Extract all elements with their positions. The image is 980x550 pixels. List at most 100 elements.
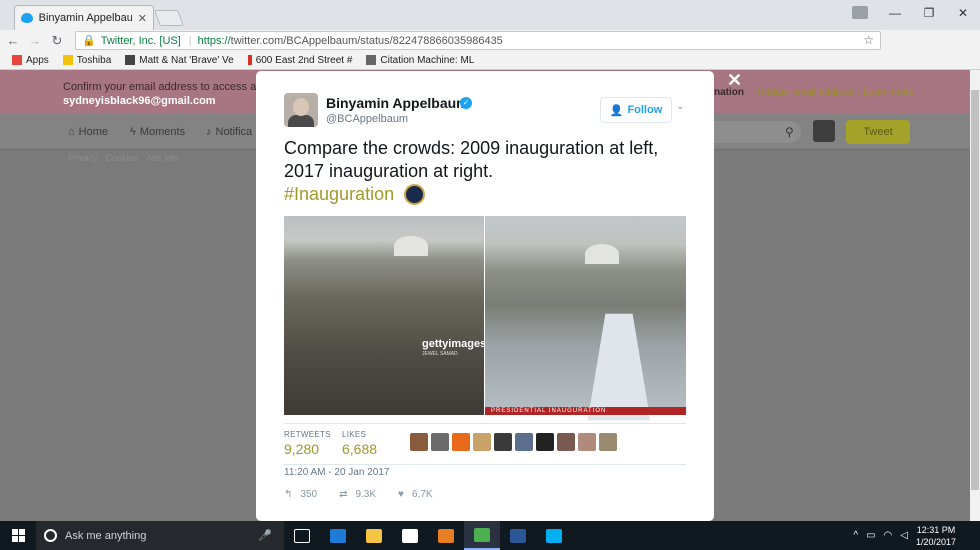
tweet-modal: Binyamin Appelbaum ✓ @BCAppelbaum 👤 Foll…: [256, 71, 714, 521]
tweet-timestamp[interactable]: 11:20 AM - 20 Jan 2017: [284, 467, 389, 478]
address-bar[interactable]: 🔒 Twitter, Inc. [US] | https:// twitter.…: [75, 31, 881, 50]
nav-notifications[interactable]: ♪ Notifica: [206, 126, 252, 138]
close-modal-icon[interactable]: ✕: [727, 70, 742, 91]
bell-icon: ♪: [206, 126, 212, 138]
battery-icon[interactable]: ▭: [866, 530, 875, 541]
back-icon[interactable]: ←: [4, 33, 22, 48]
confirm-links[interactable]: Update email address · Learn more: [757, 87, 914, 98]
word-icon: [510, 528, 526, 543]
reload-icon[interactable]: ↻: [48, 33, 66, 49]
nav-home[interactable]: ⌂ Home: [68, 126, 108, 138]
media-player-taskbar-button[interactable]: [428, 521, 464, 550]
liker-avatar[interactable]: [494, 433, 512, 451]
user-avatar[interactable]: [813, 120, 835, 142]
tweet-photo-2017[interactable]: PRESIDENTIAL INAUGURATION: [485, 216, 686, 421]
national-mall: [587, 313, 651, 421]
minimize-button[interactable]: —: [878, 0, 912, 26]
folder-icon: [62, 55, 73, 65]
clock-date: 1/20/2017: [915, 536, 956, 547]
browser-tab[interactable]: Binyamin Appelbaum on ✕: [14, 5, 154, 30]
secure-label: Twitter, Inc. [US]: [100, 34, 181, 47]
cortana-icon: [44, 529, 57, 542]
likes-count: 6,688: [342, 441, 378, 457]
scrollbar-thumb[interactable]: [971, 90, 979, 490]
tweet-stats: RETWEETS 9,280 LIKES 6,688: [284, 423, 686, 465]
liker-avatar[interactable]: [473, 433, 491, 451]
cortana-search-box[interactable]: Ask me anything 🎤: [36, 521, 284, 550]
footer-link[interactable]: Ads info: [146, 153, 179, 163]
bookmark-600-east[interactable]: 600 East 2nd Street #: [247, 55, 352, 66]
cortana-placeholder: Ask me anything: [65, 529, 147, 542]
retweet-button[interactable]: ⇄ 9.3K: [339, 489, 376, 500]
likes-stat[interactable]: LIKES 6,688: [342, 430, 377, 457]
wifi-icon[interactable]: ◠: [884, 530, 893, 541]
liker-avatar[interactable]: [431, 433, 449, 451]
liker-avatar[interactable]: [578, 433, 596, 451]
bookmark-toshiba[interactable]: Toshiba: [62, 55, 111, 66]
bookmark-matt-nat[interactable]: Matt & Nat 'Brave' Ve: [125, 55, 234, 66]
bookmark-apps[interactable]: Apps: [12, 55, 49, 66]
bookmark-star-icon[interactable]: ☆: [863, 33, 874, 47]
twitter-bird-icon: [21, 13, 33, 23]
bookmark-citation-machine[interactable]: Citation Machine: ML: [366, 55, 474, 66]
capitol-building: [394, 236, 428, 256]
liker-avatar[interactable]: [557, 433, 575, 451]
chevron-down-icon[interactable]: ⌄: [676, 101, 684, 112]
edge-taskbar-button[interactable]: [320, 521, 356, 550]
retweet-icon: ⇄: [339, 489, 348, 500]
presidential-seal-icon: [404, 184, 425, 205]
nav-moments[interactable]: ϟ Moments: [130, 126, 185, 138]
liker-avatar[interactable]: [599, 433, 617, 451]
apps-icon: [12, 55, 22, 65]
compose-tweet-button[interactable]: Tweet: [846, 120, 910, 144]
tab-bar: Binyamin Appelbaum on ✕ — ❐ ✕: [0, 0, 980, 30]
tab-close-icon[interactable]: ✕: [138, 12, 147, 25]
task-view-taskbar-button[interactable]: [284, 521, 320, 550]
retweets-stat[interactable]: RETWEETS 9,280: [284, 430, 331, 457]
reply-button[interactable]: ↰ 350: [284, 489, 317, 500]
window-controls: — ❐ ✕: [878, 0, 980, 26]
file-explorer-taskbar-button[interactable]: [356, 521, 392, 550]
new-tab-button[interactable]: [154, 10, 184, 26]
confirm-email-address: sydneyisblack96@gmail.com: [63, 95, 216, 107]
clock-time: 12:31 PM: [916, 524, 956, 535]
follow-button[interactable]: 👤 Follow: [600, 97, 672, 123]
chrome-taskbar-button[interactable]: [464, 521, 500, 550]
page-scrollbar[interactable]: [970, 70, 980, 521]
author-handle[interactable]: @BCAppelbaum: [326, 113, 408, 125]
media-player-icon: [438, 528, 454, 543]
restore-button[interactable]: ❐: [912, 0, 946, 26]
liker-avatar[interactable]: [536, 433, 554, 451]
liker-avatar[interactable]: [452, 433, 470, 451]
skype-icon: [546, 528, 562, 543]
author-avatar[interactable]: [284, 93, 318, 127]
bookmarks-bar: Apps Toshiba Matt & Nat 'Brave' Ve 600 E…: [0, 51, 980, 70]
profile-icon[interactable]: [852, 6, 868, 19]
search-icon[interactable]: ⚲: [785, 125, 794, 139]
clock[interactable]: 12:31 PM 1/20/2017: [916, 524, 956, 548]
tweet-photo-2009[interactable]: gettyimages JEWEL SAMAD: [284, 216, 486, 415]
like-button[interactable]: ♥ 6.7K: [398, 489, 433, 500]
moments-icon: ϟ: [130, 126, 136, 138]
hashtag-link[interactable]: #Inauguration: [284, 184, 394, 205]
chevron-up-icon[interactable]: ^: [853, 530, 858, 541]
site-icon: [366, 55, 377, 65]
tweet-text: Compare the crowds: 2009 inauguration at…: [284, 138, 659, 181]
footer-link[interactable]: Privacy: [68, 153, 98, 163]
start-button[interactable]: [0, 521, 36, 550]
liker-avatar[interactable]: [515, 433, 533, 451]
microphone-icon[interactable]: 🎤: [258, 529, 272, 542]
forward-icon[interactable]: →: [26, 33, 44, 48]
store-taskbar-button[interactable]: [392, 521, 428, 550]
windows-taskbar: Ask me anything 🎤 ^ ▭ ◠ ◁ 12:31 PM 1/20/…: [0, 521, 980, 550]
browser-toolbar: ← → ↻ 🔒 Twitter, Inc. [US] | https:// tw…: [0, 30, 980, 78]
footer-link[interactable]: Cookies: [106, 153, 139, 163]
liker-avatar[interactable]: [410, 433, 428, 451]
site-icon: [125, 55, 136, 65]
volume-icon[interactable]: ◁: [900, 530, 908, 541]
skype-taskbar-button[interactable]: [536, 521, 572, 550]
author-name[interactable]: Binyamin Appelbaum: [326, 95, 469, 111]
liker-avatars: [410, 433, 617, 451]
word-taskbar-button[interactable]: [500, 521, 536, 550]
close-window-button[interactable]: ✕: [946, 0, 980, 26]
